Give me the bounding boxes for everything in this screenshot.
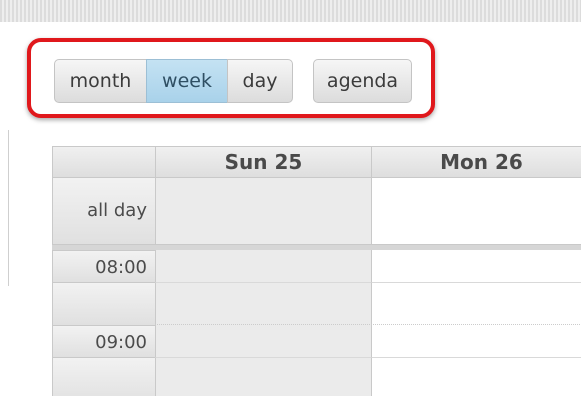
time-slot-mon-0900[interactable] bbox=[371, 325, 581, 358]
time-label-0800: 08:00 bbox=[52, 250, 156, 283]
day-header-sun-25[interactable]: Sun 25 bbox=[155, 146, 372, 178]
time-label-0900: 09:00 bbox=[52, 325, 156, 358]
agenda-view-button[interactable]: agenda bbox=[313, 59, 412, 103]
time-slot-sun-0830[interactable] bbox=[155, 283, 372, 325]
all-day-cell-mon[interactable] bbox=[371, 177, 581, 245]
week-grid: Sun 25 Mon 26 all day 08:00 09:00 bbox=[52, 146, 581, 396]
day-view-button[interactable]: day bbox=[227, 59, 293, 103]
toolbar-strip bbox=[0, 0, 581, 22]
divider bbox=[8, 130, 9, 286]
time-label-0930 bbox=[52, 357, 156, 396]
month-view-button[interactable]: month bbox=[54, 59, 147, 103]
time-slot-sun-0800[interactable] bbox=[155, 250, 372, 283]
time-slot-sun-0900[interactable] bbox=[155, 325, 372, 358]
calendar-screenshot: month week day agenda Sun 25 Mon 26 all … bbox=[0, 0, 581, 396]
week-view-button[interactable]: week bbox=[146, 59, 228, 103]
all-day-label: all day bbox=[52, 177, 156, 245]
header-corner bbox=[52, 146, 156, 178]
all-day-cell-sun[interactable] bbox=[155, 177, 372, 245]
time-slot-mon-0800[interactable] bbox=[371, 250, 581, 283]
day-header-mon-26[interactable]: Mon 26 bbox=[371, 146, 581, 178]
time-slot-sun-0930[interactable] bbox=[155, 358, 372, 396]
time-label-0830 bbox=[52, 282, 156, 326]
time-slot-mon-0930[interactable] bbox=[371, 358, 581, 396]
time-slot-mon-0830[interactable] bbox=[371, 283, 581, 325]
